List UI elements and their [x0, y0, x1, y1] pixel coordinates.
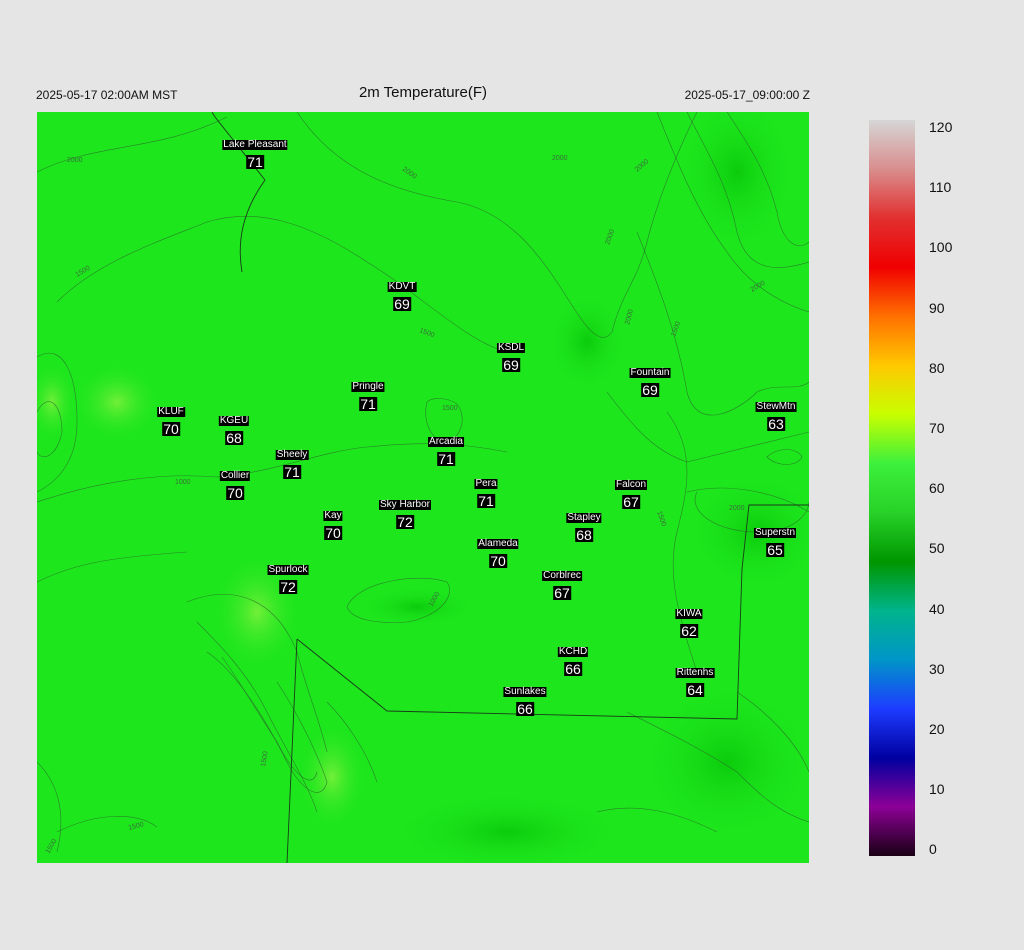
contour-label: 2000 [67, 157, 83, 164]
station-name: KSDL [496, 342, 526, 353]
color-scale-tick: 30 [929, 660, 945, 677]
station-temperature: 72 [279, 579, 297, 595]
station-name: Lake Pleasant [222, 139, 288, 150]
station-temperature: 67 [553, 585, 571, 601]
station-temperature: 69 [502, 357, 520, 373]
color-scale-tick: 110 [929, 179, 952, 196]
color-scale-tick: 20 [929, 721, 945, 737]
station-temperature: 69 [641, 382, 659, 398]
station-name: Sheely [275, 449, 309, 460]
station-name: Sunlakes [503, 686, 547, 697]
station-temperature: 71 [437, 451, 455, 467]
station-name: Corblrec [542, 570, 582, 581]
station-name: Collier [219, 470, 251, 481]
color-scale-tick: 120 [929, 119, 953, 135]
color-scale-tick: 10 [929, 781, 945, 798]
station-name: KIWA [675, 608, 703, 619]
station-name: KCHD [557, 646, 589, 657]
station-temperature: 69 [393, 296, 411, 312]
color-scale-tick: 90 [929, 299, 945, 316]
station-name: Falcon [614, 479, 648, 490]
color-scale-bar [869, 120, 915, 856]
color-scale-tick: 40 [929, 600, 945, 617]
station-name: Spurlock [267, 564, 309, 575]
station-temperature: 67 [622, 494, 640, 510]
station-temperature: 68 [575, 527, 593, 543]
station-temperature: 71 [477, 493, 495, 509]
station-temperature: 68 [225, 430, 243, 446]
color-scale-tick: 0 [929, 841, 937, 858]
contour-label: 1000 [175, 479, 191, 486]
station-name: Superstn [753, 527, 797, 538]
station-temperature: 71 [283, 464, 301, 480]
station-temperature: 70 [324, 525, 342, 541]
contour-label: 2000 [729, 505, 745, 512]
station-temperature: 72 [396, 514, 414, 530]
station-name: Kay [323, 510, 343, 521]
station-temperature: 64 [686, 682, 704, 698]
station-name: Alameda [477, 538, 519, 549]
station-name: Stapley [566, 512, 602, 523]
station-temperature: 62 [680, 623, 698, 639]
station-temperature: 70 [162, 421, 180, 437]
station-name: Pera [474, 478, 498, 489]
station-temperature: 71 [359, 396, 377, 412]
color-scale-tick: 50 [929, 540, 945, 557]
color-scale-tick: 100 [929, 239, 953, 256]
station-name: Arcadia [428, 436, 464, 447]
station-temperature: 63 [767, 416, 785, 432]
contour-label: 1500 [442, 405, 458, 412]
contour-label: 2000 [552, 155, 568, 162]
station-temperature: 66 [516, 701, 534, 717]
station-name: Sky Harbor [378, 499, 432, 510]
station-name: StewMtn [755, 401, 797, 412]
station-temperature: 70 [226, 485, 244, 501]
station-name: Fountain [629, 367, 671, 378]
station-name: KLUF [157, 406, 185, 417]
color-scale-tick: 60 [929, 480, 945, 497]
station-name: KGEU [218, 415, 250, 426]
station-temperature: 66 [564, 661, 582, 677]
station-temperature: 65 [766, 542, 784, 558]
station-temperature: 71 [246, 154, 264, 170]
station-name: KDVT [387, 281, 417, 292]
temperature-map: 2000 2000 2000 2000 1500 2000 1500 1500 … [37, 112, 809, 863]
station-temperature: 70 [489, 553, 507, 569]
color-scale-tick: 70 [929, 420, 945, 436]
color-scale-tick: 80 [929, 359, 945, 376]
station-name: Rittenhs [675, 667, 715, 678]
utc-time: 2025-05-17_09:00:00 Z [684, 88, 810, 102]
station-name: Pringle [351, 381, 385, 392]
